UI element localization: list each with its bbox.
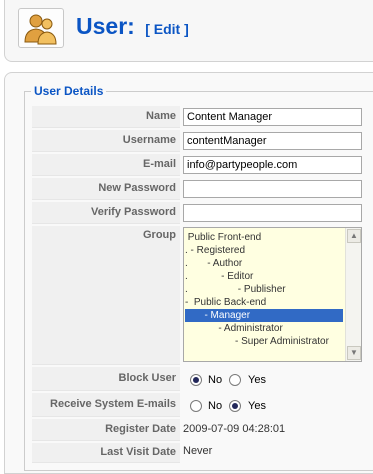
group-option[interactable]: - Super Administrator: [185, 335, 343, 348]
group-option[interactable]: . - Editor: [185, 270, 343, 283]
receive-emails-no-label[interactable]: No: [208, 400, 222, 412]
scroll-down-icon[interactable]: ▼: [347, 346, 361, 360]
listbox-scrollbar[interactable]: ▲ ▼: [345, 228, 361, 361]
group-label: Group: [32, 226, 180, 365]
page-subtitle: [ Edit ]: [145, 21, 189, 37]
block-user-yes-radio[interactable]: [229, 374, 241, 386]
block-user-no-label[interactable]: No: [208, 374, 222, 386]
last-visit-label: Last Visit Date: [32, 443, 180, 463]
group-option[interactable]: - Administrator: [185, 322, 343, 335]
register-date-label: Register Date: [32, 419, 180, 441]
block-user-no-radio[interactable]: [190, 374, 202, 386]
email-label: E-mail: [32, 154, 180, 176]
receive-emails-label: Receive System E-mails: [32, 393, 180, 417]
new-password-label: New Password: [32, 178, 180, 200]
user-group-icon: [18, 8, 64, 48]
group-option[interactable]: Public Front-end: [185, 231, 343, 244]
toolbar-header: User: [ Edit ]: [4, 0, 373, 62]
verify-password-input[interactable]: [183, 204, 362, 222]
scroll-up-icon[interactable]: ▲: [347, 229, 361, 243]
group-listbox[interactable]: Public Front-end . - Registered . - Auth…: [183, 227, 362, 362]
group-option[interactable]: - Public Back-end: [185, 296, 343, 309]
new-password-input[interactable]: [183, 180, 362, 198]
group-option[interactable]: . - Registered: [185, 244, 343, 257]
page-title: User: [ Edit ]: [76, 13, 189, 40]
name-label: Name: [32, 106, 180, 128]
receive-emails-no-radio[interactable]: [190, 400, 202, 412]
receive-emails-yes-label[interactable]: Yes: [248, 400, 266, 412]
verify-password-label: Verify Password: [32, 202, 180, 224]
receive-emails-yes-radio[interactable]: [229, 400, 241, 412]
register-date-value: 2009-07-09 04:28:01: [183, 423, 286, 435]
block-user-yes-label[interactable]: Yes: [248, 374, 266, 386]
block-user-label: Block User: [32, 367, 180, 391]
username-label: Username: [32, 130, 180, 152]
username-input[interactable]: [183, 132, 362, 150]
last-visit-value: Never: [183, 445, 213, 457]
group-option-selected[interactable]: - Manager: [185, 309, 343, 322]
name-input[interactable]: [183, 108, 362, 126]
group-option[interactable]: . - Publisher: [185, 283, 343, 296]
group-option[interactable]: . - Author: [185, 257, 343, 270]
page-title-text: User:: [76, 13, 135, 39]
fieldset-legend: User Details: [31, 84, 107, 98]
email-input[interactable]: [183, 156, 362, 174]
